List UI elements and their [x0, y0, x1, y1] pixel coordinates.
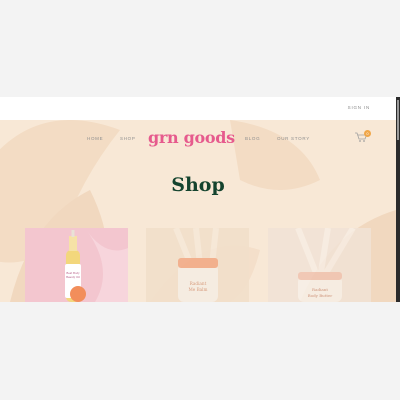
- svg-text:Radiant: Radiant: [190, 281, 207, 286]
- product-card-2[interactable]: Radiant Me Balm: [146, 228, 249, 302]
- top-bar: SIGN IN: [0, 97, 396, 120]
- product-image-beauty-oil: Best Body Beauty Oil: [65, 228, 128, 302]
- cart-count-badge: 0: [364, 130, 371, 137]
- nav-item-home[interactable]: HOME: [87, 136, 103, 141]
- svg-text:Radiant: Radiant: [312, 287, 328, 292]
- nav-item-our-story[interactable]: OUR STORY: [277, 136, 310, 141]
- brand-logo[interactable]: grn goods: [148, 128, 235, 147]
- product-card-3[interactable]: Radiant Body Butter: [268, 228, 371, 302]
- svg-text:Me Balm: Me Balm: [189, 287, 208, 292]
- product-image-balm: Radiant Me Balm: [173, 228, 219, 302]
- sign-in-link[interactable]: SIGN IN: [348, 105, 370, 110]
- nav-item-shop[interactable]: SHOP: [120, 136, 136, 141]
- page-title: Shop: [171, 174, 225, 196]
- product-image-body-butter: Radiant Body Butter: [295, 228, 356, 302]
- product-card-1[interactable]: Best Body Beauty Oil: [25, 228, 128, 302]
- svg-text:Best Body: Best Body: [66, 271, 80, 275]
- hero-section: HOME SHOP BLOG OUR STORY grn goods 0 Sho…: [0, 120, 396, 302]
- svg-text:Body Butter: Body Butter: [308, 293, 333, 298]
- nav-item-blog[interactable]: BLOG: [245, 136, 260, 141]
- svg-text:Beauty Oil: Beauty Oil: [66, 275, 80, 279]
- scrollbar-thumb[interactable]: [397, 100, 399, 140]
